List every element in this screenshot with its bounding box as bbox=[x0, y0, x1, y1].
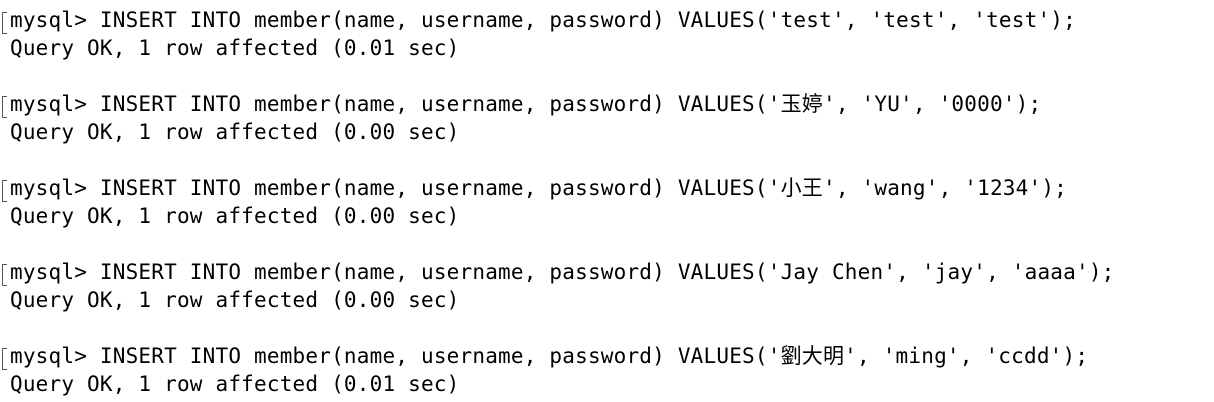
line-marker bbox=[2, 264, 7, 286]
command-line: mysql> INSERT INTO member(name, username… bbox=[10, 92, 1042, 116]
result-line: Query OK, 1 row affected (0.00 sec) bbox=[10, 120, 460, 144]
line-marker bbox=[2, 348, 7, 370]
command-line: mysql> INSERT INTO member(name, username… bbox=[10, 344, 1089, 368]
command-line: mysql> INSERT INTO member(name, username… bbox=[10, 8, 1076, 32]
line-marker bbox=[2, 12, 7, 34]
result-line: Query OK, 1 row affected (0.00 sec) bbox=[10, 288, 460, 312]
result-line: Query OK, 1 row affected (0.01 sec) bbox=[10, 372, 460, 396]
command-line: mysql> INSERT INTO member(name, username… bbox=[10, 260, 1115, 284]
line-marker bbox=[2, 96, 7, 118]
line-marker bbox=[2, 180, 7, 202]
result-line: Query OK, 1 row affected (0.00 sec) bbox=[10, 204, 460, 228]
command-line: mysql> INSERT INTO member(name, username… bbox=[10, 176, 1068, 200]
terminal-output[interactable]: mysql> INSERT INTO member(name, username… bbox=[0, 6, 1214, 402]
result-line: Query OK, 1 row affected (0.01 sec) bbox=[10, 36, 460, 60]
